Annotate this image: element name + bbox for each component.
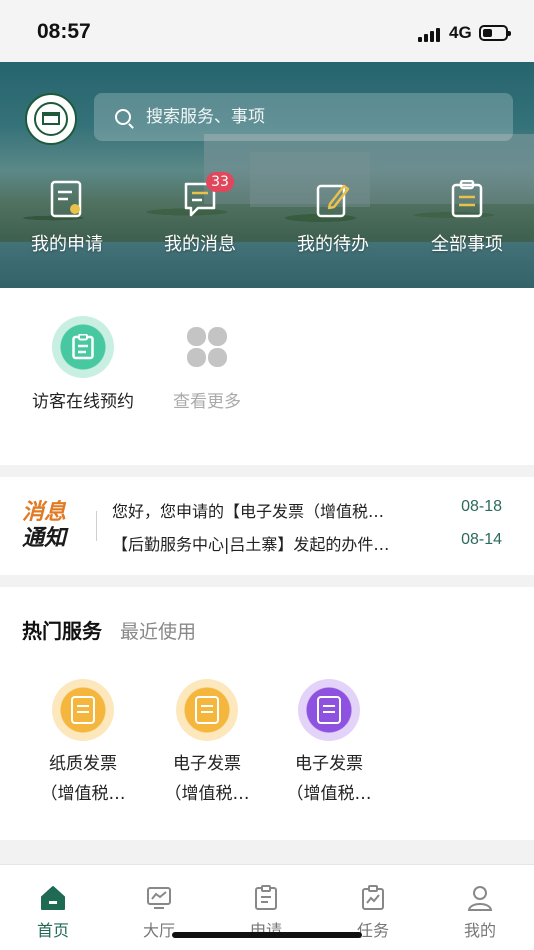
e-invoice-icon — [176, 679, 238, 741]
service-visitor-appointment[interactable]: 访客在线预约 — [21, 316, 145, 466]
message-count-badge: 33 — [206, 172, 234, 192]
notice-date: 08-14 — [461, 531, 502, 548]
notice-date: 08-18 — [461, 498, 502, 515]
notice-text: 您好，您申请的【电子发票（增值税… — [112, 502, 385, 521]
home-indicator[interactable] — [172, 932, 362, 938]
service-view-more[interactable]: 查看更多 — [145, 316, 269, 446]
service-label: 查看更多 — [173, 392, 241, 412]
notice-brand: 消息 通知 — [22, 500, 86, 552]
notice-text: 【后勤服务中心|吕土寨】发起的办件… — [112, 535, 390, 554]
hot-service-label: 电子发票 — [173, 754, 241, 774]
search-input[interactable] — [146, 103, 486, 131]
status-time: 08:57 — [37, 20, 91, 43]
quick-my-messages[interactable]: 我的消息 — [133, 180, 267, 272]
quick-my-todos[interactable]: 我的待办 — [266, 180, 400, 272]
notice-brand-line1: 消息 — [22, 500, 67, 525]
hall-chart-icon — [147, 887, 171, 909]
notice-panel: 消息 通知 您好，您申请的【电子发票（增值税… 08-18 【后勤服务中心|吕土… — [0, 477, 534, 575]
notice-divider — [96, 511, 97, 541]
tab-home[interactable]: 首页 — [0, 881, 106, 941]
profile-icon — [467, 886, 493, 911]
four-leaf-more-icon — [176, 316, 238, 378]
quick-label: 我的申请 — [31, 234, 103, 255]
hot-services-tab[interactable]: 热门服务 — [22, 615, 102, 644]
home-icon — [41, 886, 65, 910]
quick-label: 我的消息 — [164, 234, 236, 255]
hot-service-paper-invoice[interactable]: 纸质发票 （增值税… — [21, 679, 145, 809]
hot-service-sublabel: （增值税… — [40, 784, 126, 804]
e-invoice-edit-icon — [298, 679, 360, 741]
notice-item[interactable]: 【后勤服务中心|吕土寨】发起的办件… 08-14 — [112, 531, 522, 557]
battery-icon — [479, 25, 511, 41]
quick-all-items[interactable]: 全部事项 — [400, 180, 534, 272]
quick-label: 全部事项 — [431, 234, 503, 255]
hot-service-e-invoice-2[interactable]: 电子发票 （增值税… — [267, 679, 391, 809]
apply-doc-icon — [255, 885, 277, 910]
signal-icon — [418, 26, 444, 42]
notice-item[interactable]: 您好，您申请的【电子发票（增值税… 08-18 — [112, 498, 522, 524]
application-form-icon — [50, 180, 82, 218]
todo-edit-icon — [316, 184, 350, 218]
network-label: 4G — [449, 23, 472, 42]
search-bar[interactable] — [94, 93, 513, 141]
university-logo — [25, 93, 77, 145]
tab-label: 首页 — [36, 921, 69, 940]
tab-mine[interactable]: 我的 — [427, 881, 533, 941]
clipboard-list-icon — [451, 180, 483, 218]
service-label: 访客在线预约 — [32, 392, 134, 412]
search-icon — [115, 109, 131, 125]
quick-label: 我的待办 — [297, 234, 369, 255]
recent-used-tab[interactable]: 最近使用 — [120, 617, 196, 644]
hot-services-panel: 热门服务 最近使用 纸质发票 （增值税… 电子发票 （增值税… 电子发票 （增值… — [0, 587, 534, 840]
notice-brand-line2: 通知 — [22, 526, 67, 551]
status-bar: 08:57 4G — [0, 0, 534, 62]
tab-label: 我的 — [463, 921, 496, 940]
visitor-appointment-icon — [52, 316, 114, 378]
services-panel: 访客在线预约 查看更多 — [0, 288, 534, 465]
hot-service-sublabel: （增值税… — [286, 784, 372, 804]
hot-service-e-invoice[interactable]: 电子发票 （增值税… — [145, 679, 269, 809]
task-chart-icon — [362, 885, 384, 910]
hot-service-label: 纸质发票 — [49, 754, 117, 774]
hot-service-label: 电子发票 — [295, 754, 363, 774]
paper-invoice-icon — [52, 679, 114, 741]
quick-my-applications[interactable]: 我的申请 — [0, 180, 134, 272]
hot-service-sublabel: （增值税… — [164, 784, 250, 804]
